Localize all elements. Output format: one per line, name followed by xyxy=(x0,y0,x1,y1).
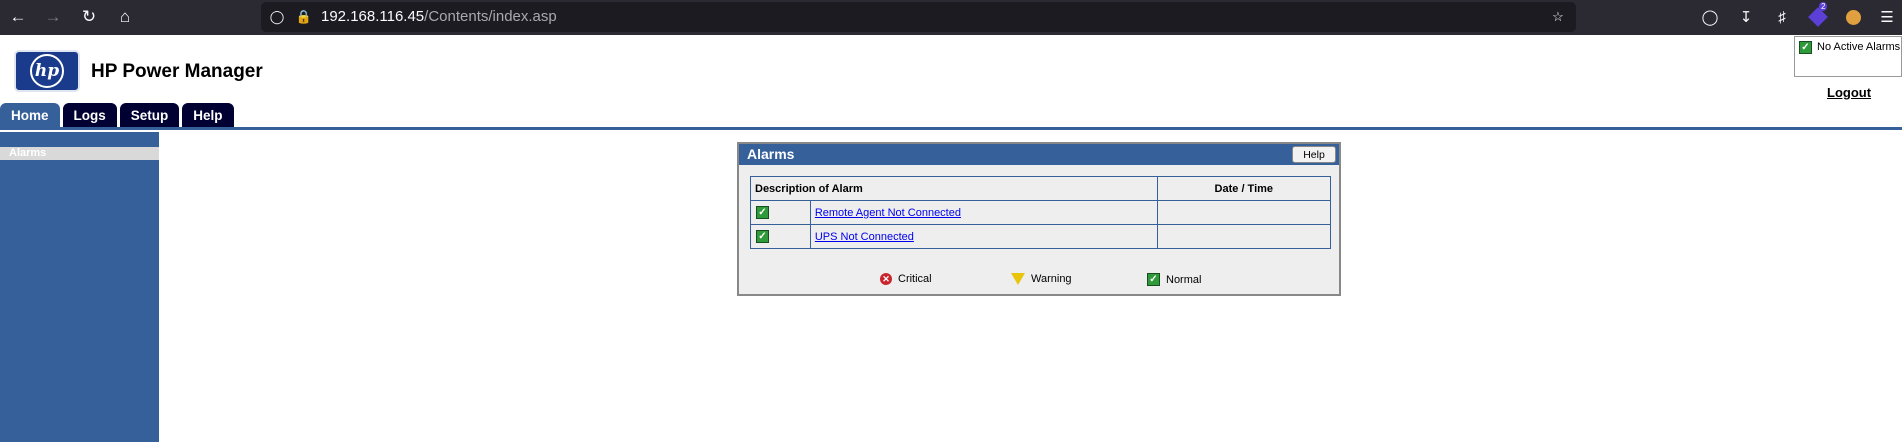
alarm-status-text: No Active Alarms xyxy=(1817,41,1901,53)
alarm-status-box: ✓ No Active Alarms xyxy=(1794,36,1902,77)
extension-badge-icon[interactable]: 2 xyxy=(1807,2,1829,28)
critical-x-icon: ✕ xyxy=(880,273,892,285)
url-bar[interactable]: ◯ 🔒 192.168.116.45/Contents/index.asp ☆ xyxy=(261,2,1576,32)
page-content: hp HP Power Manager ✓ No Active Alarms L… xyxy=(0,35,1902,442)
hp-logo: hp xyxy=(14,50,80,92)
legend-label: Warning xyxy=(1031,273,1072,285)
url-host: 192.168.116.45 xyxy=(321,8,425,25)
hp-logo-mark: hp xyxy=(30,54,64,88)
url-text[interactable]: 192.168.116.45/Contents/index.asp xyxy=(321,8,557,25)
bookmark-star-icon[interactable]: ☆ xyxy=(1550,9,1566,25)
alarm-link[interactable]: Remote Agent Not Connected xyxy=(815,207,961,219)
alarms-panel-title: Alarms xyxy=(747,146,795,162)
main-tabs: Home Logs Setup Help xyxy=(0,103,237,127)
sidebar-item-alarms[interactable]: Alarms xyxy=(0,147,159,160)
logout-link[interactable]: Logout xyxy=(1827,85,1871,100)
table-header-row: Description of Alarm Date / Time xyxy=(750,176,1332,201)
warning-triangle-icon xyxy=(1011,273,1025,285)
normal-check-icon: ✓ xyxy=(1147,273,1160,286)
pocket-icon[interactable]: ◯ xyxy=(1699,6,1721,28)
description-cell: UPS Not Connected xyxy=(809,224,1158,249)
profile-avatar-icon[interactable] xyxy=(1842,6,1864,28)
tab-logs[interactable]: Logs xyxy=(62,103,117,127)
panel-help-button[interactable]: Help xyxy=(1292,146,1336,163)
alarms-table: Description of Alarm Date / Time ✓ Remot… xyxy=(750,176,1332,249)
legend-critical: ✕ Critical xyxy=(880,273,932,285)
tab-setup[interactable]: Setup xyxy=(119,103,180,127)
normal-check-icon: ✓ xyxy=(756,206,769,220)
alarms-panel: Alarms Help Description of Alarm Date / … xyxy=(737,142,1341,296)
tab-underline xyxy=(0,127,1902,130)
app-title: HP Power Manager xyxy=(91,61,263,82)
datetime-cell xyxy=(1156,200,1332,225)
legend-normal: ✓ Normal xyxy=(1147,273,1201,286)
back-icon[interactable]: ← xyxy=(5,4,31,30)
reload-icon[interactable]: ↻ xyxy=(76,4,102,30)
normal-check-icon: ✓ xyxy=(756,230,769,244)
forward-icon[interactable]: → xyxy=(40,4,66,30)
legend-label: Critical xyxy=(898,273,932,285)
browser-toolbar: ← → ↻ ⌂ ◯ 🔒 192.168.116.45/Contents/inde… xyxy=(0,0,1902,35)
extension-badge-count: 2 xyxy=(1819,2,1828,11)
table-row: ✓ Remote Agent Not Connected xyxy=(750,200,1332,225)
shield-icon[interactable]: ◯ xyxy=(269,9,285,25)
status-cell: ✓ xyxy=(750,200,811,225)
sidebar: Alarms xyxy=(0,132,159,442)
column-header-description: Description of Alarm xyxy=(750,176,1158,201)
datetime-cell xyxy=(1156,224,1332,249)
table-row: ✓ UPS Not Connected xyxy=(750,224,1332,249)
url-path: /Contents/index.asp xyxy=(424,8,557,25)
status-cell: ✓ xyxy=(750,224,811,249)
alarm-link[interactable]: UPS Not Connected xyxy=(815,231,914,243)
legend-label: Normal xyxy=(1166,273,1202,286)
home-icon[interactable]: ⌂ xyxy=(112,4,138,30)
extensions-icon[interactable]: ♯ xyxy=(1771,6,1793,28)
legend-warning: Warning xyxy=(1011,273,1072,285)
normal-check-icon: ✓ xyxy=(1799,41,1812,54)
column-header-datetime: Date / Time xyxy=(1156,176,1332,201)
downloads-icon[interactable]: ↧ xyxy=(1735,6,1757,28)
insecure-lock-icon[interactable]: 🔒 xyxy=(296,9,312,25)
menu-icon[interactable]: ☰ xyxy=(1876,6,1898,28)
tab-home[interactable]: Home xyxy=(0,103,60,127)
tab-help[interactable]: Help xyxy=(182,103,234,127)
alarms-panel-header: Alarms Help xyxy=(739,144,1339,165)
description-cell: Remote Agent Not Connected xyxy=(809,200,1158,225)
